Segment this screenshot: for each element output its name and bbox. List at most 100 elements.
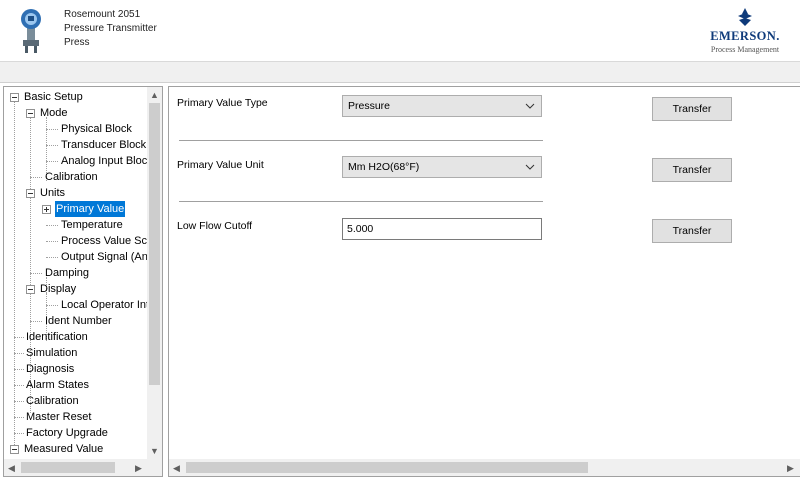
device-type: Pressure Transmitter [64,23,157,34]
tree-item-label: Analog Input Block [61,155,147,167]
tree-item-display[interactable]: Display [4,281,77,297]
tree-horizontal-scrollbar[interactable]: ◀ ▶ [4,459,147,476]
scroll-left-icon[interactable]: ◀ [169,460,184,476]
primary-value-type-select[interactable]: Pressure [342,95,542,117]
tree-item-label: Simulation [26,347,78,359]
tree-line [46,305,58,306]
tree-item-alarm-states[interactable]: Alarm States [4,377,90,393]
tree-line [14,337,24,338]
low-flow-cutoff-input[interactable]: 5.000 [342,218,542,240]
tree-item-label: Mode [40,107,68,119]
tree-line [14,433,24,434]
tree-item-label: Temperature [61,219,123,231]
tree-line [46,145,58,146]
tree-item-label: Process Value Scale [61,235,147,247]
expand-icon[interactable] [42,205,51,214]
tree-line [30,321,42,322]
tree-item-label: Local Operator Interface [61,299,147,311]
tree-vertical-scrollbar[interactable]: ▲ ▼ [147,87,162,459]
tree-item-factory-upgrade[interactable]: Factory Upgrade [4,425,109,441]
collapse-icon[interactable] [26,189,35,198]
tree-line [46,241,58,242]
primary-value-unit-select[interactable]: Mm H2O(68°F) [342,156,542,178]
scroll-down-icon[interactable]: ▼ [147,443,162,459]
collapse-icon[interactable] [10,445,19,454]
tree-line [14,369,24,370]
tree-item-damping[interactable]: Damping [4,265,90,281]
tree-item-label: Basic Setup [24,91,83,103]
tree-item-simulation[interactable]: Simulation [4,345,78,361]
tree-item-measured-value[interactable]: Measured Value [4,441,104,457]
tree-item-calibration[interactable]: Calibration [4,169,99,185]
tree-item-label: Units [40,187,66,199]
tree-item-label: Display [40,283,77,295]
chevron-down-icon [525,103,535,109]
tree-item-ident-number[interactable]: Ident Number [4,313,113,329]
transfer-primary-value-type-button[interactable]: Transfer [652,97,732,121]
detail-horizontal-scrollbar[interactable]: ◀ ▶ [169,459,800,476]
separator [179,140,543,141]
tree-item-label: Identification [26,331,88,343]
tree-item-mode[interactable]: Mode [4,105,69,121]
tree-item-label: Primary Value [55,201,126,217]
collapse-icon[interactable] [10,93,19,102]
tree-item-process-value-scale[interactable]: Process Value Scale [4,233,147,249]
device-info: Rosemount 2051 Pressure Transmitter Pres… [64,8,157,50]
chevron-down-icon [525,164,535,170]
tree-item-primary-value[interactable]: Primary Value [4,201,126,217]
tree-item-label: Alarm States [26,379,89,391]
low-flow-cutoff-label: Low Flow Cutoff [177,220,253,232]
tree-item-label: Master Reset [26,411,92,423]
scrollbar-thumb[interactable] [186,462,588,473]
transfer-primary-value-unit-button[interactable]: Transfer [652,158,732,182]
tree-item-label: Measured Value [24,443,104,455]
tree-item-analog-input-block[interactable]: Analog Input Block [4,153,147,169]
collapse-icon[interactable] [26,285,35,294]
tree-item-identification[interactable]: Identification [4,329,89,345]
pressure-transmitter-icon [21,9,41,53]
tree-item-master-reset[interactable]: Master Reset [4,409,92,425]
scroll-right-icon[interactable]: ▶ [783,460,798,476]
scroll-right-icon[interactable]: ▶ [131,460,146,476]
collapse-icon[interactable] [26,109,35,118]
tree-item-physical-block[interactable]: Physical Block [4,121,133,137]
device-type-short: Press [64,37,90,48]
tree-item-diagnosis[interactable]: Diagnosis [4,361,75,377]
tree-item-label: Factory Upgrade [26,427,108,439]
tree-line [14,401,24,402]
primary-value-unit-label: Primary Value Unit [177,159,264,171]
tree-item-transducer-block[interactable]: Transducer Block [4,137,147,153]
tree-line [14,353,24,354]
scrollbar-thumb[interactable] [149,103,160,385]
tree-line [46,225,58,226]
tree-item-label: Diagnosis [26,363,75,375]
scrollbar-thumb[interactable] [21,462,115,473]
tree-item-temperature[interactable]: Temperature [4,217,124,233]
tree-item-label: Ident Number [45,315,112,327]
scrollbar-corner [147,459,162,476]
logo-name: EMERSON. [710,29,780,43]
tree-item-local-operator-interface[interactable]: Local Operator Interface [4,297,147,313]
tree-line [46,257,58,258]
tree-line [14,385,24,386]
tree-item-label: Output Signal (Analog) [61,251,147,263]
tree-item-units[interactable]: Units [4,185,66,201]
logo-subtitle: Process Management [710,45,780,54]
primary-value-type-value: Pressure [348,100,391,112]
tree-line [46,129,58,130]
scroll-left-icon[interactable]: ◀ [4,460,19,476]
primary-value-unit-value: Mm H2O(68°F) [348,161,420,173]
tree-line [46,161,58,162]
tree-item-label: Calibration [45,171,98,183]
tree-item-calibration-root[interactable]: Calibration [4,393,80,409]
tree-item-label: Transducer Block [61,139,147,151]
tree-item-label: Calibration [26,395,79,407]
navigation-tree[interactable]: Basic Setup Mode Physical Block Transduc… [3,86,163,477]
tree-item-basic-setup[interactable]: Basic Setup [4,89,84,105]
separator [179,201,543,202]
primary-value-type-label: Primary Value Type [177,97,268,109]
scroll-up-icon[interactable]: ▲ [147,87,162,103]
header: Rosemount 2051 Pressure Transmitter Pres… [0,0,800,62]
tree-item-output-signal[interactable]: Output Signal (Analog) [4,249,147,265]
transfer-low-flow-cutoff-button[interactable]: Transfer [652,219,732,243]
